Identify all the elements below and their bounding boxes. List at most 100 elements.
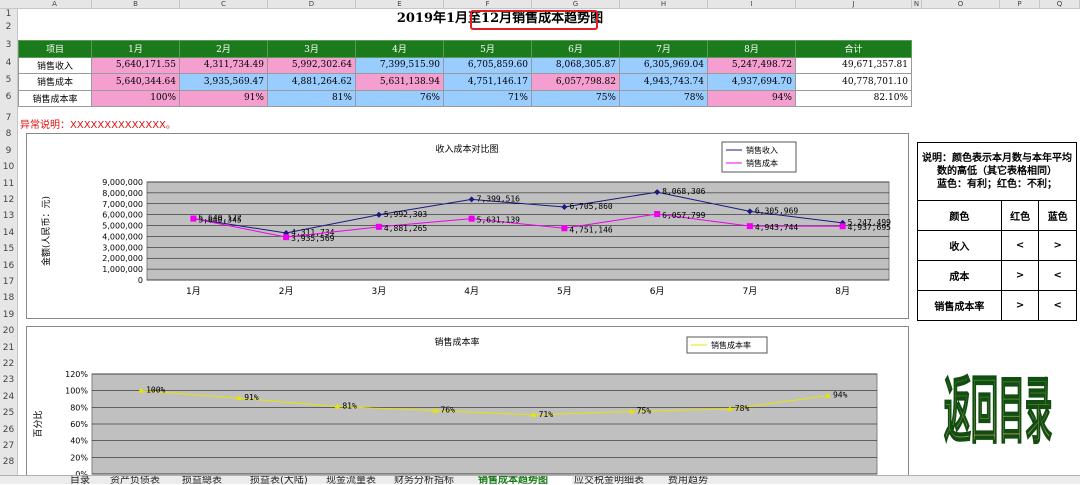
row-header[interactable]: 17 [0, 277, 17, 287]
summary-cell[interactable]: 4,937,694.70 [707, 73, 796, 91]
summary-cell[interactable]: 4,751,146.17 [443, 73, 532, 91]
row-header[interactable]: 14 [0, 228, 17, 238]
row-header[interactable]: 9 [0, 146, 17, 156]
data-label: 8,068,306 [662, 187, 706, 196]
summary-cell[interactable]: 5,631,138.94 [355, 73, 444, 91]
column-header[interactable]: F [444, 0, 532, 9]
row-header[interactable]: 19 [0, 310, 17, 320]
summary-cell[interactable]: 5,640,344.64 [91, 73, 180, 91]
y-tick-label: 1,000,000 [102, 265, 143, 274]
row-header[interactable]: 23 [0, 375, 17, 385]
summary-cell[interactable]: 6,057,798.82 [531, 73, 620, 91]
x-tick-label: 2月 [279, 286, 294, 297]
summary-cell[interactable]: 4,311,734.49 [179, 56, 268, 74]
row-header[interactable]: 20 [0, 326, 17, 336]
summary-cell[interactable]: 78% [619, 89, 708, 107]
data-point [746, 223, 753, 230]
summary-cell[interactable]: 76% [355, 89, 444, 107]
row-header[interactable]: 11 [0, 179, 17, 189]
column-header[interactable]: D [268, 0, 356, 9]
summary-cell[interactable]: 7,399,515.90 [355, 56, 444, 74]
legend-row-red: > [1000, 290, 1040, 321]
y-tick-label: 5,000,000 [102, 222, 143, 231]
summary-header-cell: 项目 [18, 40, 92, 58]
summary-cell[interactable]: 3,935,569.47 [179, 73, 268, 91]
row-header[interactable]: 13 [0, 211, 17, 221]
summary-cell[interactable]: 40,778,701.10 [795, 73, 912, 91]
row-header[interactable]: 8 [0, 129, 17, 139]
row-header[interactable]: 1 [0, 9, 17, 19]
summary-cell[interactable]: 100% [91, 89, 180, 107]
column-header[interactable]: I [708, 0, 796, 9]
exception-note: 异常说明：XXXXXXXXXXXXXX。 [20, 120, 176, 131]
row-header[interactable]: 25 [0, 408, 17, 418]
summary-row-label: 销售成本 [18, 73, 92, 91]
column-header[interactable]: O [922, 0, 1000, 9]
summary-cell[interactable]: 6,705,859.60 [443, 56, 532, 74]
summary-cell[interactable]: 94% [707, 89, 796, 107]
summary-cell[interactable]: 71% [443, 89, 532, 107]
row-header[interactable]: 22 [0, 359, 17, 369]
x-tick-label: 5月 [557, 286, 572, 297]
column-header[interactable]: G [532, 0, 620, 9]
column-header[interactable]: J [796, 0, 912, 9]
data-point [283, 234, 290, 241]
summary-cell[interactable]: 4,881,264.62 [267, 73, 356, 91]
row-header[interactable]: 4 [0, 58, 17, 68]
column-header[interactable]: C [180, 0, 268, 9]
row-header[interactable]: 5 [0, 75, 17, 85]
data-label: 100% [146, 386, 165, 395]
data-label: 81% [342, 402, 357, 411]
row-header[interactable]: 21 [0, 343, 17, 353]
summary-cell[interactable]: 5,640,171.55 [91, 56, 180, 74]
x-tick-label: 3月 [372, 286, 387, 297]
row-header[interactable]: 24 [0, 392, 17, 402]
column-header[interactable]: N [912, 0, 922, 9]
chart-revenue-cost[interactable]: 收入成本对比图 0 1,000,000 2,000,000 3,000,000 4,000… [26, 133, 909, 319]
summary-cell[interactable]: 81% [267, 89, 356, 107]
row-header[interactable]: 6 [0, 92, 17, 102]
summary-cell[interactable]: 82.10% [795, 89, 912, 107]
summary-cell[interactable]: 91% [179, 89, 268, 107]
summary-header-cell: 1月 [91, 40, 180, 58]
row-header[interactable]: 12 [0, 195, 17, 205]
row-header[interactable]: 28 [0, 457, 17, 467]
row-header[interactable]: 26 [0, 425, 17, 435]
summary-cell[interactable]: 6,305,969.04 [619, 56, 708, 74]
row-header[interactable]: 27 [0, 441, 17, 451]
y-tick-label: 4,000,000 [102, 232, 143, 241]
data-point [654, 211, 661, 218]
data-label: 91% [244, 393, 259, 402]
summary-cell[interactable]: 8,068,305.87 [531, 56, 620, 74]
column-header[interactable]: Q [1040, 0, 1080, 9]
row-header[interactable]: 18 [0, 293, 17, 303]
row-header[interactable]: 16 [0, 261, 17, 271]
data-label: 78% [735, 404, 750, 413]
summary-cell[interactable]: 75% [531, 89, 620, 107]
column-header[interactable]: A [18, 0, 92, 9]
row-header[interactable]: 2 [0, 22, 17, 32]
column-header[interactable]: E [356, 0, 444, 9]
return-to-contents-logo[interactable]: 返回目录 [928, 340, 1068, 470]
data-label: 6,057,799 [662, 211, 706, 220]
row-header[interactable]: 15 [0, 244, 17, 254]
row-header[interactable]: 7 [0, 113, 17, 123]
y-tick-label: 3,000,000 [102, 243, 143, 252]
column-header[interactable]: B [92, 0, 180, 9]
row-header[interactable]: 10 [0, 162, 17, 172]
summary-cell[interactable]: 5,247,498.72 [707, 56, 796, 74]
y-tick-label: 120% [65, 370, 88, 379]
y-tick-label: 7,000,000 [102, 200, 143, 209]
highlight-box [470, 10, 598, 30]
data-label: 4,937,695 [848, 223, 892, 232]
row-header[interactable]: 3 [0, 40, 17, 50]
chart-title: 销售成本率 [434, 336, 479, 348]
summary-cell[interactable]: 4,943,743.74 [619, 73, 708, 91]
y-tick-label: 40% [70, 437, 88, 446]
chart-cost-rate[interactable]: 销售成本率0%20%40%60%80%100%120%百分比1月2月3月4月5月… [26, 326, 909, 485]
column-header[interactable]: H [620, 0, 708, 9]
legend-row-label: 收入 [917, 230, 1002, 261]
column-header[interactable]: P [1000, 0, 1040, 9]
summary-cell[interactable]: 49,671,357.81 [795, 56, 912, 74]
summary-cell[interactable]: 5,992,302.64 [267, 56, 356, 74]
